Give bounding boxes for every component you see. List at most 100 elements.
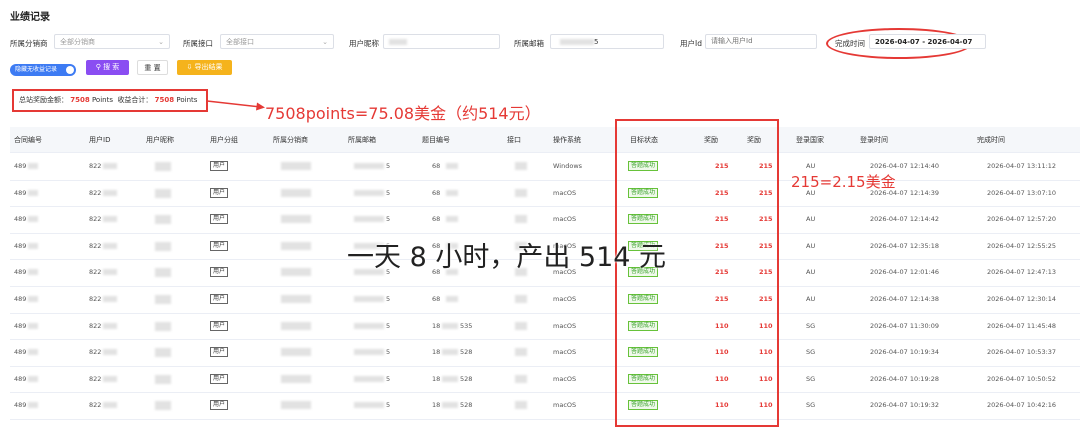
finish-time: 2026-04-07 13:11:12 <box>987 162 1057 170</box>
login-country: SG <box>806 374 816 383</box>
user-id: 822 <box>89 188 102 197</box>
finish-time: 2026-04-07 10:53:37 <box>987 348 1057 357</box>
time-label: 完成时间 <box>835 39 865 48</box>
login-time: 2026-04-07 12:01:46 <box>870 268 940 277</box>
redacted-text <box>442 322 458 330</box>
search-button[interactable]: ⚲ 搜 索 <box>86 60 129 75</box>
finish-time: 2026-04-07 12:55:25 <box>987 241 1057 250</box>
redacted-nickname <box>155 374 171 384</box>
login-country: SG <box>806 321 816 330</box>
redacted-text <box>354 215 384 223</box>
redacted-text <box>103 268 117 276</box>
contract-id: 489 <box>14 401 27 410</box>
hide-no-income-toggle[interactable]: 隐藏无收益记录 <box>10 64 76 76</box>
redacted-text <box>103 242 117 250</box>
login-time: 2026-04-07 10:19:32 <box>870 401 940 410</box>
contract-id: 489 <box>14 348 27 357</box>
redacted-nickname <box>155 162 171 171</box>
email-suffix: 5 <box>386 374 391 383</box>
table-row[interactable]: 489 822 用户 5 68 macOS 答题成功 215 215 AU 2026-04-07 1… <box>10 180 1080 208</box>
email-suffix: 5 <box>386 215 391 224</box>
column-header: 完成时间 <box>977 136 1005 144</box>
question-id: 68 <box>432 162 441 170</box>
date-range-input[interactable]: 2026-04-07 - 2026-04-07 <box>869 34 986 49</box>
redacted-text <box>103 295 117 303</box>
interface-select[interactable]: 全部接口 ⌄ <box>220 34 334 49</box>
login-country: AU <box>806 268 816 277</box>
export-icon: ⇩ <box>186 63 193 71</box>
user-id: 822 <box>89 215 102 224</box>
redacted-nickname <box>155 348 171 358</box>
login-time: 2026-04-07 11:30:09 <box>870 321 940 330</box>
total-unit: Points <box>91 96 113 104</box>
redacted-text <box>354 162 384 170</box>
income-label: 收益合计： <box>117 96 153 104</box>
search-icon: ⚲ <box>95 63 101 71</box>
export-button[interactable]: ⇩ 导出结果 <box>177 60 232 75</box>
table-row[interactable]: 489 822 用户 5 68 Windows 答题成功 215 215 AU 2026-04-07… <box>10 153 1080 181</box>
login-time: 2026-04-07 10:19:28 <box>870 374 940 383</box>
redacted-nickname <box>155 401 171 411</box>
os: macOS <box>553 348 577 357</box>
userid-input[interactable] <box>705 34 817 49</box>
redacted-text <box>103 189 117 197</box>
column-header: 登录国家 <box>796 136 824 144</box>
column-header: 所属分销商 <box>273 136 308 144</box>
redacted-nickname <box>155 321 171 331</box>
redacted-text <box>354 189 384 197</box>
income-unit: Points <box>176 96 198 104</box>
income-value: 7508 <box>154 96 175 104</box>
redacted-distributor <box>281 241 311 250</box>
table-row[interactable]: 489 822 用户 5 18 528 macOS 答题成功 110 110 SG 2026-04-0… <box>10 366 1080 394</box>
total-value: 7508 <box>70 96 90 104</box>
contract-id: 489 <box>14 188 27 197</box>
reset-button[interactable]: 重 置 <box>137 60 168 75</box>
points-conversion-note: 7508points=75.08美金（约514元） <box>265 104 541 123</box>
redacted-nickname <box>155 188 171 198</box>
redacted-text <box>446 162 458 170</box>
user-group-tag: 用户 <box>210 400 229 411</box>
column-header: 操作系统 <box>553 136 581 144</box>
redacted-text <box>103 162 117 170</box>
distributor-select[interactable]: 全部分销商 ⌄ <box>54 34 170 49</box>
annotation-arrow <box>206 100 265 111</box>
user-id: 822 <box>89 268 102 277</box>
redacted-text <box>446 189 458 197</box>
redacted-text <box>103 215 117 223</box>
column-header: 接口 <box>507 136 521 144</box>
email-suffix: 5 <box>386 401 391 410</box>
login-time: 2026-04-07 12:14:42 <box>870 215 940 224</box>
table-row[interactable]: 489 822 用户 5 68 macOS 答题成功 215 215 AU 2026-04-07 1… <box>10 286 1080 314</box>
table-row[interactable]: 489 822 用户 5 18 528 macOS 答题成功 110 110 SG 2026-04-0… <box>10 339 1080 367</box>
redacted-nickname <box>155 215 171 225</box>
email-input[interactable]: 5 <box>550 34 664 49</box>
email-suffix: 5 <box>386 321 391 330</box>
nickname-label: 用户昵称 <box>349 39 379 48</box>
table-header: 合同编号 用户ID 用户昵称 用户分组 所属分销商 所属邮箱 题目编号 接口 操作系统 目标状态奖… <box>10 127 1080 153</box>
redacted-text <box>354 401 384 409</box>
redacted-text <box>389 39 407 45</box>
os: Windows <box>553 162 583 170</box>
reward-conversion-note: 215=2.15美金 <box>791 173 896 191</box>
redacted-text <box>560 39 594 45</box>
question-id: 18 <box>432 401 441 410</box>
contract-id: 489 <box>14 162 27 170</box>
user-id: 822 <box>89 241 102 250</box>
column-header: 题目编号 <box>422 136 450 144</box>
nickname-input[interactable] <box>383 34 500 49</box>
login-country: AU <box>806 241 816 250</box>
os: macOS <box>553 188 577 197</box>
question-id: 18 <box>432 374 441 383</box>
column-header: 合同编号 <box>14 136 42 144</box>
table-row[interactable]: 489 822 用户 5 18 528 macOS 答题成功 110 110 SG 2026-04-0… <box>10 392 1080 420</box>
column-header: 用户分组 <box>210 136 238 144</box>
email-suffix: 5 <box>386 295 391 303</box>
user-group-tag: 用户 <box>210 347 229 358</box>
overlay-caption: 一天 8 小时，产出 514 元 <box>347 242 667 273</box>
table-row[interactable]: 489 822 用户 5 68 macOS 答题成功 215 215 AU 2026-04-07 1… <box>10 206 1080 234</box>
userid-label: 用户Id <box>680 39 702 48</box>
redacted-distributor <box>281 215 311 224</box>
os: macOS <box>553 295 577 303</box>
table-row[interactable]: 489 822 用户 5 18 535 macOS 答题成功 110 110 SG 2026-04-0… <box>10 313 1080 341</box>
redacted-distributor <box>281 188 311 197</box>
